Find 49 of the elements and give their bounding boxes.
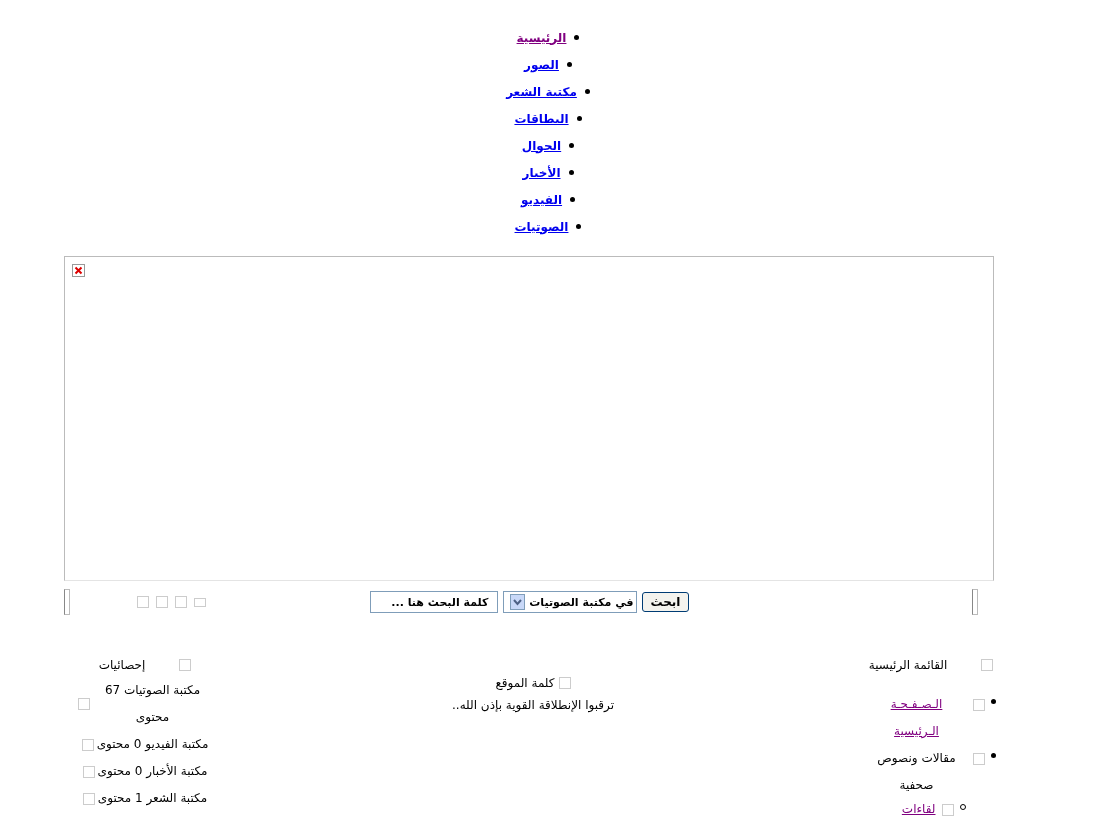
image-placeholder-icon [81,738,94,751]
bullet-icon [576,116,582,121]
bullet-icon [584,89,590,94]
image-placeholder-icon [558,677,571,689]
stat-text: مكتبة الفيديو 0 محتوى [96,736,209,753]
nav-link[interactable]: الجوال [521,138,562,153]
image-placeholder-icon [82,792,95,805]
nav-link[interactable]: الأخبار [522,165,561,180]
search-button[interactable]: ابحث [641,592,690,612]
stat-text: مكتبة الشعر 1 محتوى [97,790,208,808]
bullet-icon [569,143,575,148]
bullet-icon [576,224,582,229]
stat-text: مكتبة الصوتيات 67 محتوى [103,682,202,726]
image-placeholder-icon [981,659,994,671]
bullet-icon [990,753,996,758]
image-placeholder-icon [972,753,985,765]
stats-heading: إحصائيات [98,658,146,672]
image-placeholder-icon [175,596,187,608]
nav-link[interactable]: البطاقات [514,111,569,126]
stat-text: مكتبة الأخبار 0 محتوى [97,762,208,780]
image-placeholder-icon [137,596,149,608]
bullet-icon [568,170,574,175]
image-placeholder-icon [77,698,90,710]
bullet-icon [566,62,572,67]
nav-link[interactable]: مكتبة الشعر [506,84,577,99]
nav-link[interactable]: الصور [524,57,559,72]
menu-heading: القائمة الرئيسية [868,658,948,672]
nav-link[interactable]: الفيديو [520,192,563,207]
nav-link[interactable]: الصوتيات [514,219,569,234]
image-placeholder-icon [156,596,168,608]
scope-dropdown[interactable]: في مكتبة الصوتيات [502,591,637,613]
image-placeholder-icon [194,597,206,607]
image-placeholder-icon [179,659,192,671]
search-field[interactable]: كلمة البحث هنا ... [369,591,498,613]
site-word-text: ترقبوا الإنطلاقة القوية بإذن الله.. [452,697,614,715]
menu-text: مقالات ونصوص صحفية [876,750,957,794]
image-placeholder-icon [972,699,985,711]
edge-bar [972,589,978,615]
image-placeholder-icon [941,804,954,816]
menu-link[interactable]: الـصـفـحـة الـرئيسية [866,691,967,745]
site-word-heading: كلمة الموقع [495,676,555,690]
bullet-icon [574,35,580,40]
edge-bar [64,589,70,615]
menu-link[interactable]: لقاءات [901,799,936,817]
bullet-icon [990,699,996,704]
bullet-icon [570,197,576,202]
nav-link[interactable]: الرئيسية [516,30,567,45]
broken-image-icon [72,264,85,277]
image-placeholder-icon [82,765,95,778]
